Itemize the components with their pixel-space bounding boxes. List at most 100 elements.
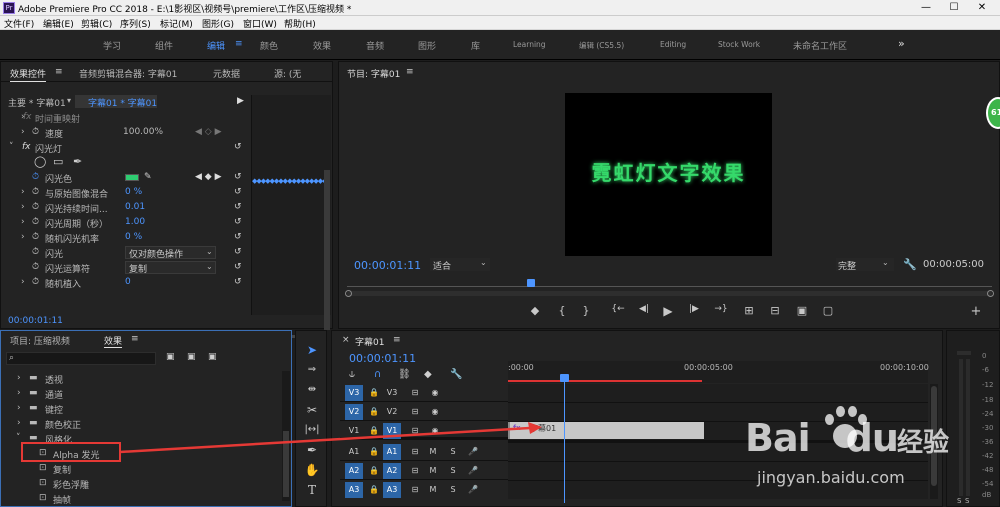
close-tab-icon[interactable]: × <box>342 335 350 345</box>
playhead-line[interactable] <box>564 378 565 503</box>
reset-icon[interactable]: ↺ <box>234 217 242 227</box>
rectangle-mask-icon[interactable]: ▭ <box>53 155 63 168</box>
hand-tool-icon[interactable]: ✋ <box>302 462 322 478</box>
razor-tool-icon[interactable]: ✂ <box>302 402 322 418</box>
menu-marker[interactable]: 标记(M) <box>160 17 193 30</box>
tab-effects[interactable]: 效果 <box>104 334 122 347</box>
stopwatch-icon[interactable]: ⏱ <box>32 202 39 212</box>
workspace-tab-libraries[interactable]: 库 <box>471 39 480 52</box>
button-editor-icon[interactable]: + <box>969 304 983 319</box>
keyframe-nav-icon[interactable]: ◀ ◆ ▶ <box>195 172 222 182</box>
timeline-title[interactable]: 字幕01 <box>355 335 384 348</box>
zoom-dropdown[interactable]: 适合 ⌄ <box>430 258 490 272</box>
scrub-bar[interactable] <box>347 286 992 287</box>
tab-menu-icon[interactable]: ≡ <box>55 67 63 77</box>
effects-search-input[interactable]: ⌕ <box>6 352 156 365</box>
master-clip-label[interactable]: 主要 * 字幕01 <box>8 96 66 109</box>
workspace-menu-icon[interactable]: ≡ <box>235 39 243 49</box>
menu-window[interactable]: 窗口(W) <box>243 17 277 30</box>
work-area-bar[interactable] <box>508 380 702 382</box>
microphone-icon[interactable]: 🎤 <box>464 482 482 498</box>
snap-icon[interactable]: ∩ <box>374 369 381 380</box>
timeline-scrollbar[interactable] <box>930 384 938 499</box>
panel-menu-icon[interactable]: ≡ <box>406 67 414 77</box>
add-marker-icon[interactable]: ◆ <box>424 369 432 380</box>
workspace-tab-effects[interactable]: 效果 <box>313 39 331 52</box>
blend-value[interactable]: 0 % <box>125 187 142 197</box>
maximize-button[interactable]: ☐ <box>940 0 968 16</box>
playhead-marker[interactable] <box>527 279 535 287</box>
sync-lock-icon[interactable]: ⊟ <box>406 463 424 479</box>
workspace-tab-cs55[interactable]: 编辑 (CS5.5) <box>579 40 624 51</box>
lock-icon[interactable]: 🔒 <box>365 463 383 479</box>
play-icon[interactable]: ▶ <box>661 304 675 318</box>
export-frame-icon[interactable]: ▣ <box>795 304 809 317</box>
workspace-tab-editing[interactable]: 编辑 <box>207 39 225 52</box>
video-preview[interactable]: 霓虹灯文字效果 <box>565 93 772 256</box>
stopwatch-icon[interactable]: ⏱ <box>32 247 39 257</box>
lift-icon[interactable]: ⊞ <box>742 304 756 317</box>
tree-folder[interactable]: › ▬ 透视 <box>1 371 291 386</box>
time-ruler[interactable]: :00:00 00:00:05:00 00:00:10:00 <box>508 361 929 383</box>
lock-icon[interactable]: 🔒 <box>365 404 383 420</box>
mute-button[interactable]: M <box>424 463 442 479</box>
menu-edit[interactable]: 编辑(E) <box>43 17 74 30</box>
dropdown-arrow-icon[interactable]: ▾ <box>67 96 71 105</box>
reset-icon[interactable]: ↺ <box>234 262 242 272</box>
sync-lock-icon[interactable]: ⊟ <box>406 404 424 420</box>
menu-clip[interactable]: 剪辑(C) <box>81 17 112 30</box>
mute-button[interactable]: M <box>424 482 442 498</box>
microphone-icon[interactable]: 🎤 <box>464 463 482 479</box>
solo-right-button[interactable]: S <box>965 497 969 505</box>
effect-controls-timecode[interactable]: 00:00:01:11 <box>8 316 63 326</box>
comparison-view-icon[interactable]: ▢ <box>821 304 835 317</box>
stopwatch-icon[interactable]: ⏱ <box>32 187 39 197</box>
eyedropper-icon[interactable]: ✎ <box>144 172 152 182</box>
reset-icon[interactable]: ↺ <box>234 187 242 197</box>
period-value[interactable]: 1.00 <box>125 217 145 227</box>
tree-folder[interactable]: › ▬ 通道 <box>1 386 291 401</box>
tab-menu-icon[interactable]: ≡ <box>131 334 139 344</box>
tab-audio-mixer[interactable]: 音频剪辑混合器: 字幕01 <box>79 67 177 80</box>
menu-graphics[interactable]: 图形(G) <box>202 17 234 30</box>
tab-source[interactable]: 源: (无 <box>274 67 301 80</box>
accelerated-effects-icon[interactable]: ▣ <box>166 352 175 362</box>
stopwatch-icon[interactable]: ⏱ <box>32 172 39 182</box>
workspace-tab-audio[interactable]: 音频 <box>366 39 384 52</box>
close-window-button[interactable]: ✕ <box>968 0 996 16</box>
program-timecode[interactable]: 00:00:01:11 <box>354 259 421 272</box>
random-seed-value[interactable]: 0 <box>125 277 131 287</box>
speed-value[interactable]: 100.00% <box>123 127 163 137</box>
solo-button[interactable]: S <box>444 463 462 479</box>
menu-file[interactable]: 文件(F) <box>4 17 34 30</box>
reset-icon[interactable]: ↺ <box>234 232 242 242</box>
workspace-tab-learn[interactable]: 学习 <box>103 39 121 52</box>
menu-help[interactable]: 帮助(H) <box>284 17 316 30</box>
effect-mini-timeline[interactable]: ◆◆◆◆◆◆◆◆◆◆◆◆◆◆◆◆◆◆ <box>251 95 331 338</box>
workspace-tab-assembly[interactable]: 组件 <box>155 39 173 52</box>
program-monitor-title[interactable]: 节目: 字幕01 <box>347 67 400 80</box>
yuv-effects-icon[interactable]: ▣ <box>208 352 217 362</box>
type-tool-icon[interactable]: T <box>302 482 322 498</box>
linked-selection-icon[interactable]: ⛓ <box>398 369 411 380</box>
go-to-in-icon[interactable]: {← <box>608 304 628 314</box>
stopwatch-icon[interactable]: ⏱ <box>32 277 39 287</box>
32bit-effects-icon[interactable]: ▣ <box>187 352 196 362</box>
workspace-tab-unnamed[interactable]: 未命名工作区 <box>793 39 847 52</box>
panel-menu-icon[interactable]: ≡ <box>393 335 401 345</box>
stopwatch-icon[interactable]: ⏱ <box>32 217 39 227</box>
reset-icon[interactable]: ↺ <box>234 277 242 287</box>
ellipse-mask-icon[interactable]: ◯ <box>34 155 46 168</box>
reset-icon[interactable]: ↺ <box>234 247 242 257</box>
mark-in-icon[interactable]: { <box>555 304 569 317</box>
reset-icon[interactable]: ↺ <box>234 142 242 152</box>
workspace-tab-color[interactable]: 颜色 <box>260 39 278 52</box>
duration-value[interactable]: 0.01 <box>125 202 145 212</box>
tree-folder[interactable]: › ▬ 键控 <box>1 401 291 416</box>
tree-effect[interactable]: ⊡ 复制 <box>1 461 291 476</box>
workspace-tab-graphics[interactable]: 图形 <box>418 39 436 52</box>
random-chance-value[interactable]: 0 % <box>125 232 142 242</box>
ripple-edit-tool-icon[interactable]: ⇹ <box>302 382 322 398</box>
playhead-handle[interactable] <box>560 374 569 382</box>
sequence-clip-label[interactable]: 字幕01 * 字幕01 <box>88 96 157 109</box>
